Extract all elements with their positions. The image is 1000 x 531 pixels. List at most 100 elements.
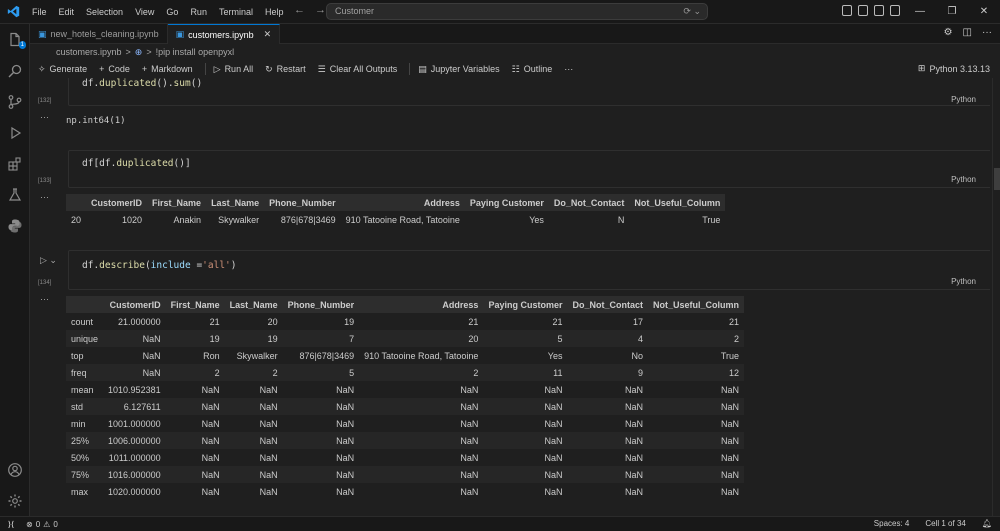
scrollbar-thumb[interactable] <box>994 168 1000 190</box>
toggle-primary-sidebar-icon[interactable] <box>842 5 852 16</box>
notebook-toolbar: ✧ Generate + Code + Markdown ▷ Run All ↻… <box>30 60 1000 78</box>
add-markdown-label: Markdown <box>151 64 193 74</box>
toggle-secondary-sidebar-icon[interactable] <box>874 5 884 16</box>
table-cell: NaN <box>483 466 568 483</box>
chevron-down-icon[interactable]: ⌄ <box>693 6 701 16</box>
command-center-search[interactable]: Customer ⟳ ⌄ <box>326 3 708 20</box>
output-menu-icon[interactable]: ··· <box>40 192 49 202</box>
cell-code: df.describe(include ='all') <box>82 260 237 271</box>
vscode-logo-icon <box>0 0 26 24</box>
cell-language[interactable]: Python <box>951 175 976 184</box>
table-cell: 1011.000000 <box>108 452 161 463</box>
toolbar-more-button[interactable]: ··· <box>564 64 573 74</box>
extensions-icon[interactable] <box>0 148 30 179</box>
testing-flask-icon[interactable] <box>0 179 30 210</box>
menu-bar: File Edit Selection View Go Run Terminal… <box>26 0 289 24</box>
run-all-button[interactable]: ▷ Run All <box>214 64 253 75</box>
breadcrumb-separator: > <box>146 47 152 57</box>
explorer-icon[interactable]: 1 <box>0 24 30 55</box>
plus-icon: + <box>99 64 105 74</box>
account-icon[interactable] <box>0 454 30 485</box>
table-cell: NaN <box>224 398 283 415</box>
row-index: count <box>71 316 94 327</box>
cell-language[interactable]: Python <box>951 95 976 104</box>
back-arrow-icon[interactable]: ← <box>294 4 305 16</box>
outline-button[interactable]: ☷ Outline <box>512 64 553 75</box>
close-tab-icon[interactable]: ✕ <box>264 29 272 40</box>
output-menu-icon[interactable]: ··· <box>40 294 49 304</box>
duplicated-rows-table: CustomerID First_Name Last_Name Phone_Numbe… <box>66 194 726 228</box>
split-editor-icon[interactable]: ◫ <box>963 27 972 38</box>
menu-run[interactable]: Run <box>184 0 213 24</box>
forward-arrow-icon[interactable]: → <box>315 4 326 16</box>
cell-editor[interactable] <box>68 78 990 106</box>
table-cell: 4 <box>567 330 648 347</box>
copilot-icon[interactable]: ⟳ <box>683 6 691 16</box>
menu-edit[interactable]: Edit <box>53 0 81 24</box>
settings-icon[interactable]: ⚙ <box>944 27 953 38</box>
tab-new-hotels-cleaning[interactable]: ▣ new_hotels_cleaning.ipynb <box>30 24 168 44</box>
menu-view[interactable]: View <box>129 0 160 24</box>
table-cell: 11 <box>483 364 568 381</box>
cell-position-status[interactable]: Cell 1 of 34 <box>925 519 965 528</box>
add-markdown-button[interactable]: + Markdown <box>142 64 193 74</box>
command-center-text: Customer <box>335 6 375 16</box>
tab-customers[interactable]: ▣ customers.ipynb ✕ <box>167 24 281 44</box>
table-cell: 21 <box>728 316 739 327</box>
table-cell: NaN <box>460 384 479 395</box>
table-cell: NaN <box>336 418 355 429</box>
table-cell: NaN <box>483 432 568 449</box>
table-cell: 910 Tatooine Road, Tatooine <box>364 350 479 361</box>
menu-help[interactable]: Help <box>259 0 290 24</box>
indentation-status[interactable]: Spaces: 4 <box>874 519 910 528</box>
table-cell: 21 <box>468 316 479 327</box>
minimize-icon[interactable]: — <box>904 0 936 24</box>
kernel-picker[interactable]: ⊞ Python 3.13.13 <box>918 63 990 74</box>
row-index: 25% <box>66 432 104 449</box>
column-header: Phone_Number <box>264 194 341 211</box>
table-cell: NaN <box>165 398 225 415</box>
search-icon[interactable] <box>0 55 30 86</box>
column-header: Not_Useful_Column <box>647 296 744 313</box>
code-cell[interactable]: df.duplicated().sum() [132] Python ··· n… <box>30 78 990 130</box>
column-header: Address <box>340 194 465 211</box>
table-cell: NaN <box>720 384 739 395</box>
breadcrumb-cell[interactable]: !pip install openpyxl <box>156 47 235 57</box>
notifications-bell-icon[interactable]: 🔔︎ <box>982 519 992 528</box>
problems-indicator[interactable]: ⊗ 0 ⚠ 0 <box>26 520 58 529</box>
table-cell: NaN <box>720 452 739 463</box>
source-control-icon[interactable] <box>0 86 30 117</box>
restore-icon[interactable]: ❐ <box>936 0 968 24</box>
python-icon[interactable] <box>0 210 30 241</box>
row-index: 20 <box>71 214 82 225</box>
table-cell: NaN <box>259 486 278 497</box>
menu-selection[interactable]: Selection <box>80 0 129 24</box>
editor-scrollbar[interactable] <box>992 78 1000 516</box>
restart-button[interactable]: ↻ Restart <box>265 64 306 75</box>
breadcrumb-file[interactable]: customers.ipynb <box>56 47 122 57</box>
menu-go[interactable]: Go <box>160 0 184 24</box>
menu-file[interactable]: File <box>26 0 53 24</box>
run-debug-icon[interactable] <box>0 117 30 148</box>
output-menu-icon[interactable]: ··· <box>40 112 49 122</box>
table-cell: NaN <box>224 466 283 483</box>
close-window-icon[interactable]: ✕ <box>968 0 1000 24</box>
jupyter-variables-button[interactable]: ▤ Jupyter Variables <box>418 64 499 75</box>
settings-gear-icon[interactable] <box>0 485 30 516</box>
toggle-panel-icon[interactable] <box>858 5 868 16</box>
table-cell: Yes <box>529 214 544 225</box>
clear-all-outputs-button[interactable]: ☰ Clear All Outputs <box>318 64 398 75</box>
run-cell-icon[interactable]: ▷ ⌄ <box>40 255 57 266</box>
add-code-button[interactable]: + Code <box>99 64 130 74</box>
more-actions-icon[interactable]: ··· <box>982 27 992 38</box>
code-cell[interactable]: df[df.duplicated()] [133] Python ··· Cus… <box>30 150 990 230</box>
table-cell: Skywalker <box>236 350 278 361</box>
cell-editor[interactable] <box>68 150 990 188</box>
generate-button[interactable]: ✧ Generate <box>38 64 87 75</box>
table-cell: NaN <box>483 398 568 415</box>
cell-language[interactable]: Python <box>951 277 976 286</box>
remote-indicator-icon[interactable]: ⟩⟨ <box>0 517 22 531</box>
code-cell[interactable]: ▷ ⌄ df.describe(include ='all') [134] Py… <box>30 250 990 516</box>
menu-terminal[interactable]: Terminal <box>213 0 259 24</box>
customize-layout-icon[interactable] <box>890 5 900 16</box>
